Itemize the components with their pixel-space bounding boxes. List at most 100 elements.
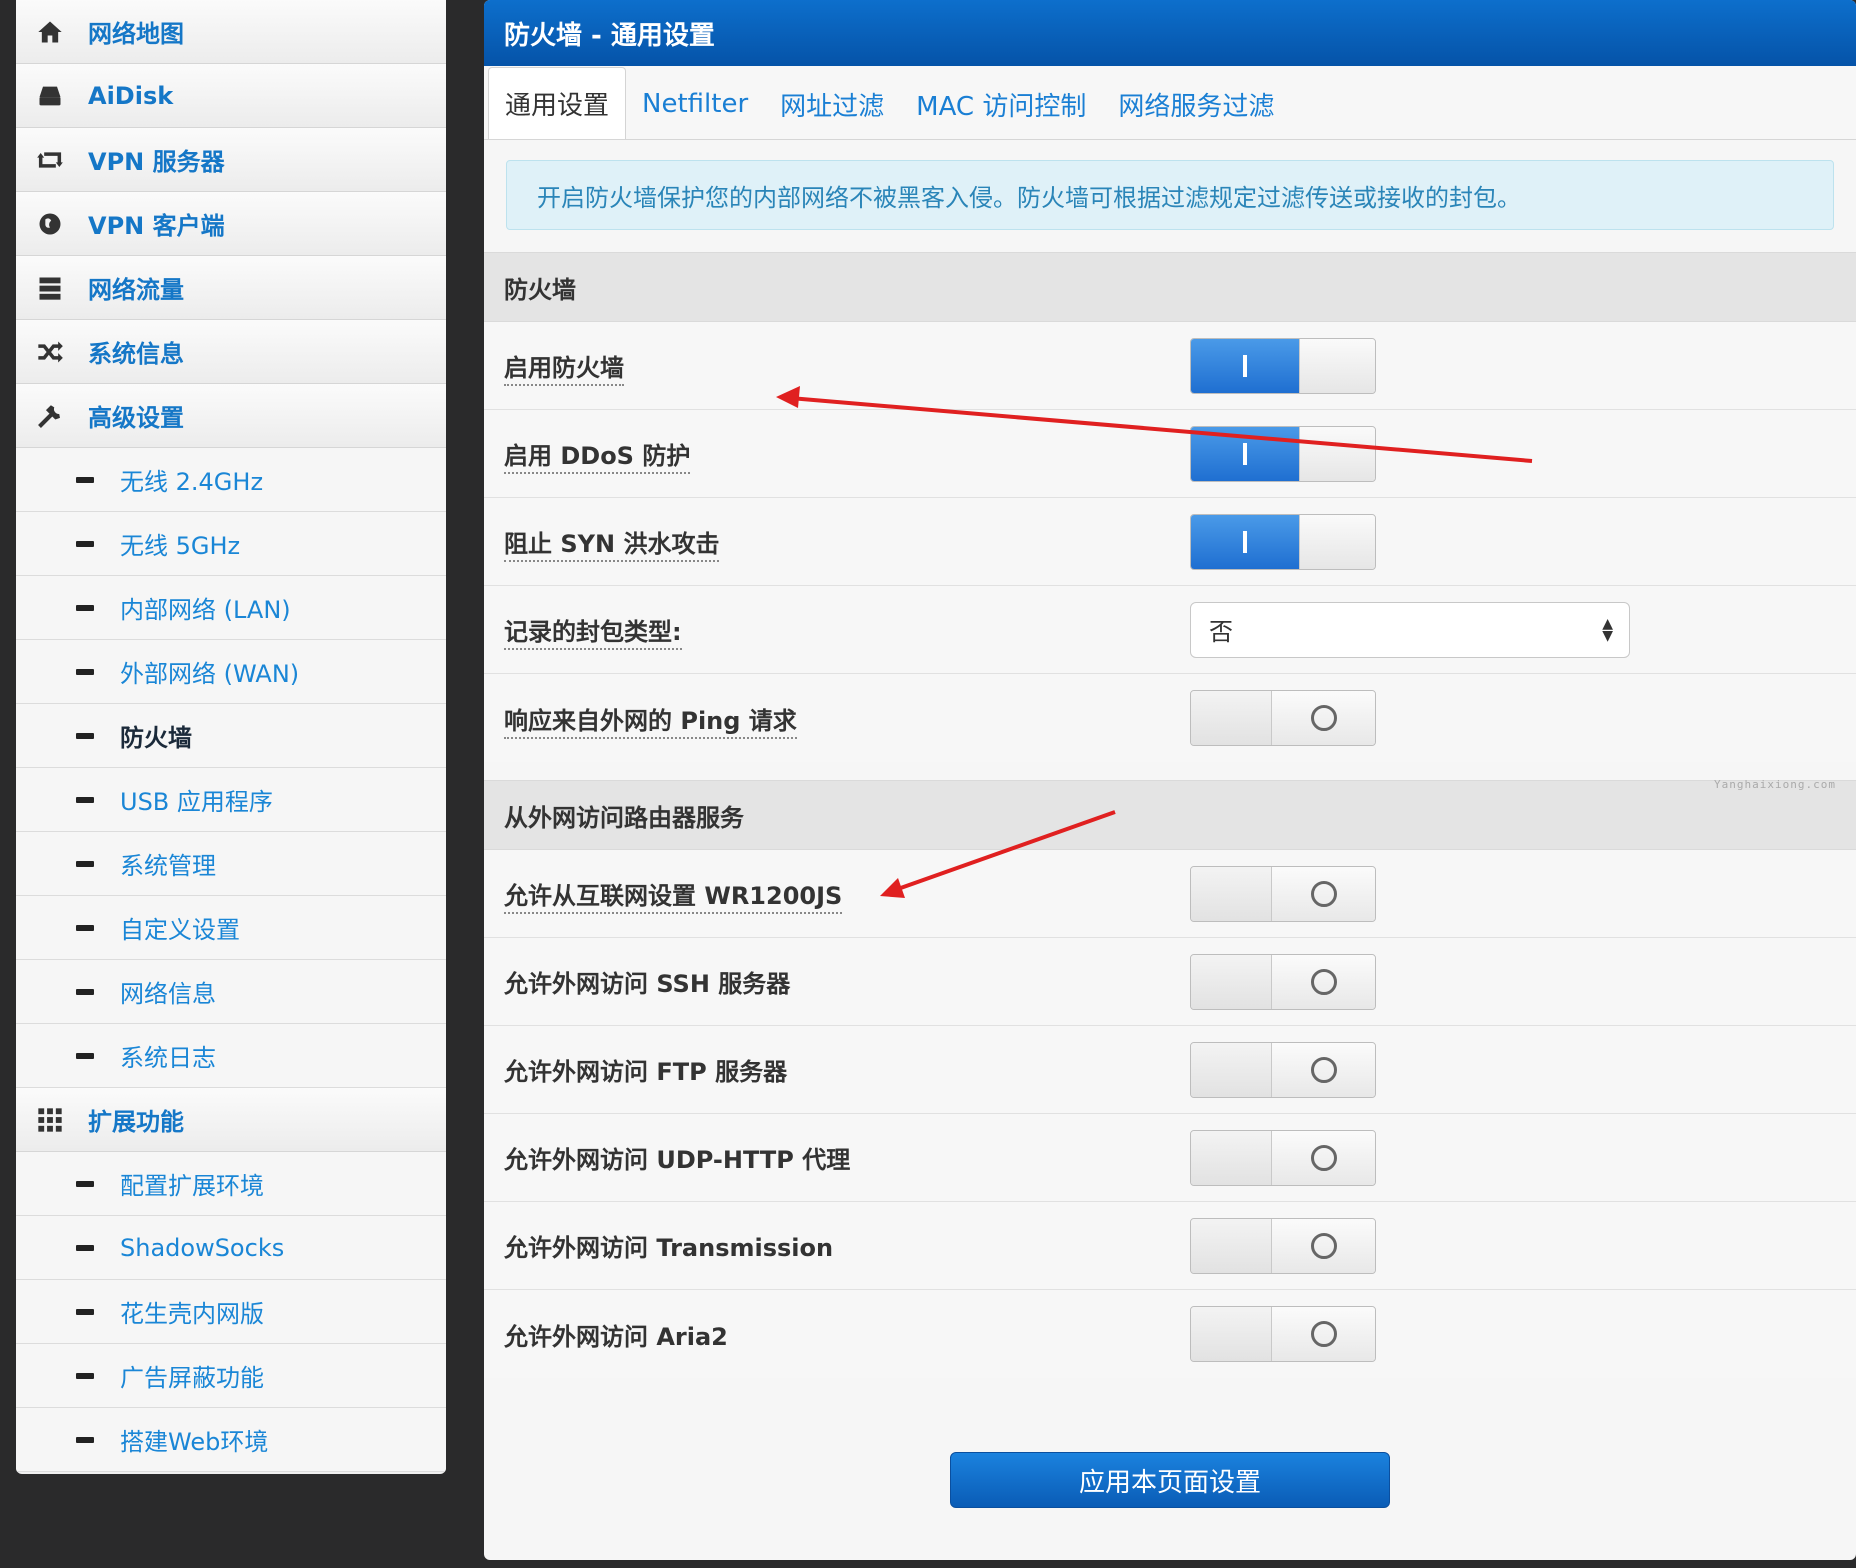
sub-custom-settings[interactable]: 自定义设置 — [16, 896, 446, 960]
sidebar: 网络地图 AiDisk VPN 服务器 VPN 客户端 网络流量 系统信息 高级… — [16, 0, 446, 1474]
server-icon — [36, 274, 64, 302]
remote-ssh-toggle[interactable] — [1190, 953, 1376, 1010]
nav-vpn-server[interactable]: VPN 服务器 — [16, 128, 446, 192]
nav-label: VPN 客户端 — [88, 212, 225, 240]
block-syn-toggle[interactable] — [1190, 513, 1376, 570]
sub-shadowsocks[interactable]: ShadowSocks — [16, 1216, 446, 1280]
nav-advanced[interactable]: 高级设置 — [16, 384, 446, 448]
globe-icon — [36, 210, 64, 238]
row-remote-udpxy: 允许外网访问 UDP-HTTP 代理 — [484, 1114, 1856, 1202]
row-enable-firewall: 启用防火墙 — [484, 322, 1856, 410]
dash-icon — [76, 540, 94, 547]
tab-url-filter[interactable]: 网址过滤 — [764, 69, 900, 139]
grid-icon — [36, 1106, 64, 1134]
row-remote-aria2: 允许外网访问 Aria2 — [484, 1290, 1856, 1378]
row-remote-ftp: 允许外网访问 FTP 服务器 — [484, 1026, 1856, 1114]
dash-icon — [76, 732, 94, 739]
dash-icon — [76, 1244, 94, 1251]
sub-oray[interactable]: 花生壳内网版 — [16, 1280, 446, 1344]
toggle-off-icon — [1271, 866, 1375, 921]
nav-label: 扩展功能 — [88, 1108, 184, 1136]
row-remote-transmission: 允许外网访问 Transmission — [484, 1202, 1856, 1290]
nav-label: 系统信息 — [88, 340, 184, 368]
nav-label: 高级设置 — [88, 404, 184, 432]
nav-vpn-client[interactable]: VPN 客户端 — [16, 192, 446, 256]
sub-label: 内部网络 (LAN) — [120, 596, 291, 624]
sub-label: 系统管理 — [120, 852, 216, 880]
row-block-syn: 阻止 SYN 洪水攻击 — [484, 498, 1856, 586]
sub-label: 系统日志 — [120, 1044, 216, 1072]
dash-icon — [76, 604, 94, 611]
dash-icon — [76, 924, 94, 931]
nav-traffic[interactable]: 网络流量 — [16, 256, 446, 320]
remote-admin-toggle[interactable] — [1190, 865, 1376, 922]
tab-mac-access[interactable]: MAC 访问控制 — [900, 69, 1102, 139]
row-label: 允许外网访问 FTP 服务器 — [504, 1058, 788, 1086]
remote-udpxy-toggle[interactable] — [1190, 1129, 1376, 1186]
nav-aidisk[interactable]: AiDisk — [16, 64, 446, 128]
tab-service-filter[interactable]: 网络服务过滤 — [1102, 69, 1290, 139]
section-firewall-title: 防火墙 — [484, 252, 1856, 322]
row-label: 启用防火墙 — [504, 348, 1190, 386]
dash-icon — [76, 796, 94, 803]
nav-network-map[interactable]: 网络地图 — [16, 0, 446, 64]
dash-icon — [76, 1180, 94, 1187]
sub-label: 配置扩展环境 — [120, 1172, 264, 1200]
log-packet-select[interactable]: 否 ▲ ▼ — [1190, 601, 1630, 658]
sub-label: 无线 5GHz — [120, 532, 241, 560]
watermark: Yanghaixiong.com — [1714, 778, 1836, 791]
toggle-off-icon — [1271, 1307, 1375, 1361]
enable-ddos-toggle[interactable] — [1190, 425, 1376, 482]
dash-icon — [76, 860, 94, 867]
main-panel: 防火墙 - 通用设置 通用设置 Netfilter 网址过滤 MAC 访问控制 … — [484, 0, 1856, 1560]
dash-icon — [76, 668, 94, 675]
sub-wan[interactable]: 外部网络 (WAN) — [16, 640, 446, 704]
sub-label: USB 应用程序 — [120, 788, 273, 816]
dash-icon — [76, 1308, 94, 1315]
row-label: 响应来自外网的 Ping 请求 — [504, 701, 1190, 739]
remote-ftp-toggle[interactable] — [1190, 1041, 1376, 1098]
sub-system-admin[interactable]: 系统管理 — [16, 832, 446, 896]
sub-adblock[interactable]: 广告屏蔽功能 — [16, 1344, 446, 1408]
apply-button[interactable]: 应用本页面设置 — [950, 1452, 1390, 1508]
sub-wireless-5[interactable]: 无线 5GHz — [16, 512, 446, 576]
sub-ext-config[interactable]: 配置扩展环境 — [16, 1152, 446, 1216]
wrench-icon — [36, 402, 64, 430]
toggle-on-icon — [1191, 426, 1299, 481]
toggle-off-icon — [1271, 1042, 1375, 1097]
row-label: 允许外网访问 Transmission — [504, 1234, 834, 1262]
remote-transmission-toggle[interactable] — [1190, 1217, 1376, 1274]
sub-label: ShadowSocks — [120, 1233, 285, 1262]
sub-network-info[interactable]: 网络信息 — [16, 960, 446, 1024]
ping-response-toggle[interactable] — [1190, 690, 1376, 746]
sub-label: 广告屏蔽功能 — [120, 1364, 264, 1392]
nav-system-info[interactable]: 系统信息 — [16, 320, 446, 384]
row-remote-admin: 允许从互联网设置 WR1200JS — [484, 850, 1856, 938]
row-log-packet-type: 记录的封包类型: 否 ▲ ▼ — [484, 586, 1856, 674]
nav-label: AiDisk — [88, 81, 174, 110]
row-label: 阻止 SYN 洪水攻击 — [504, 524, 1190, 562]
tab-general[interactable]: 通用设置 — [488, 67, 627, 139]
remote-aria2-toggle[interactable] — [1190, 1306, 1376, 1362]
dash-icon — [76, 1052, 94, 1059]
sub-system-log[interactable]: 系统日志 — [16, 1024, 446, 1088]
sub-label: 花生壳内网版 — [120, 1300, 264, 1328]
toggle-off-icon — [1271, 691, 1375, 745]
nav-extensions[interactable]: 扩展功能 — [16, 1088, 446, 1152]
sub-firewall[interactable]: 防火墙 — [16, 704, 446, 768]
sub-wireless-24[interactable]: 无线 2.4GHz — [16, 448, 446, 512]
enable-firewall-toggle[interactable] — [1190, 337, 1376, 394]
nav-label: 网络流量 — [88, 276, 184, 304]
row-label: 允许外网访问 UDP-HTTP 代理 — [504, 1146, 851, 1174]
nav-label: 网络地图 — [88, 20, 184, 48]
sub-label: 自定义设置 — [120, 916, 240, 944]
row-label: 允许外网访问 SSH 服务器 — [504, 970, 791, 998]
disk-icon — [36, 82, 64, 110]
sub-web-env[interactable]: 搭建Web环境 — [16, 1408, 446, 1472]
sub-lan[interactable]: 内部网络 (LAN) — [16, 576, 446, 640]
tab-netfilter[interactable]: Netfilter — [626, 69, 764, 139]
row-label: 记录的封包类型: — [504, 612, 1190, 650]
sub-usb-apps[interactable]: USB 应用程序 — [16, 768, 446, 832]
